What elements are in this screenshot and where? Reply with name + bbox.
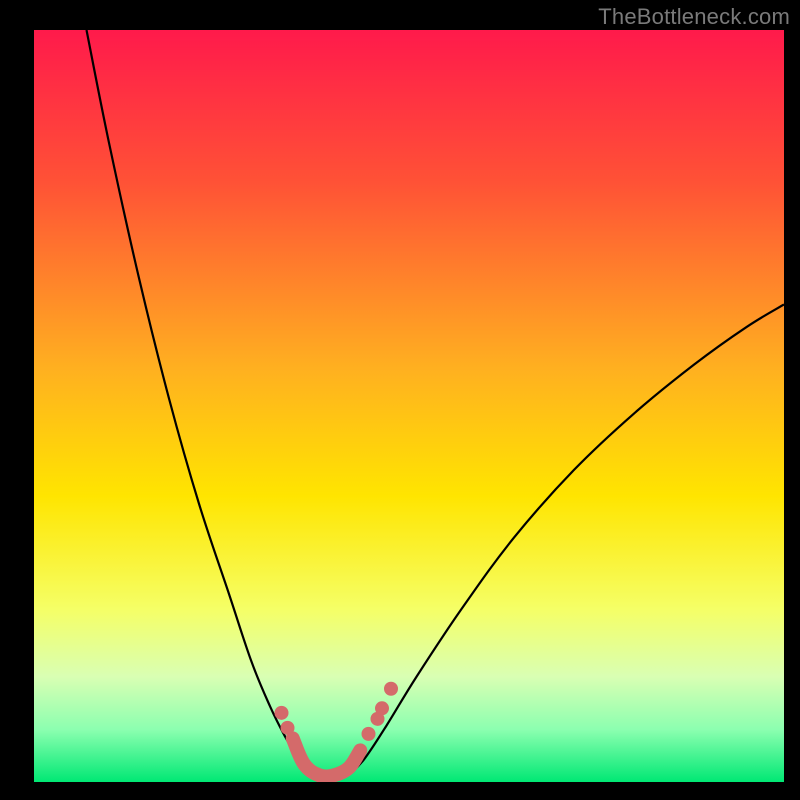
marker-left-dots [275,706,289,720]
marker-right-dots [375,701,389,715]
chart-stage: TheBottleneck.com [0,0,800,800]
bottleneck-chart [0,0,800,800]
marker-left-dots [281,721,295,735]
marker-right-dots [384,682,398,696]
gradient-background [34,30,784,782]
watermark-text: TheBottleneck.com [598,4,790,30]
marker-right-dots [362,727,376,741]
